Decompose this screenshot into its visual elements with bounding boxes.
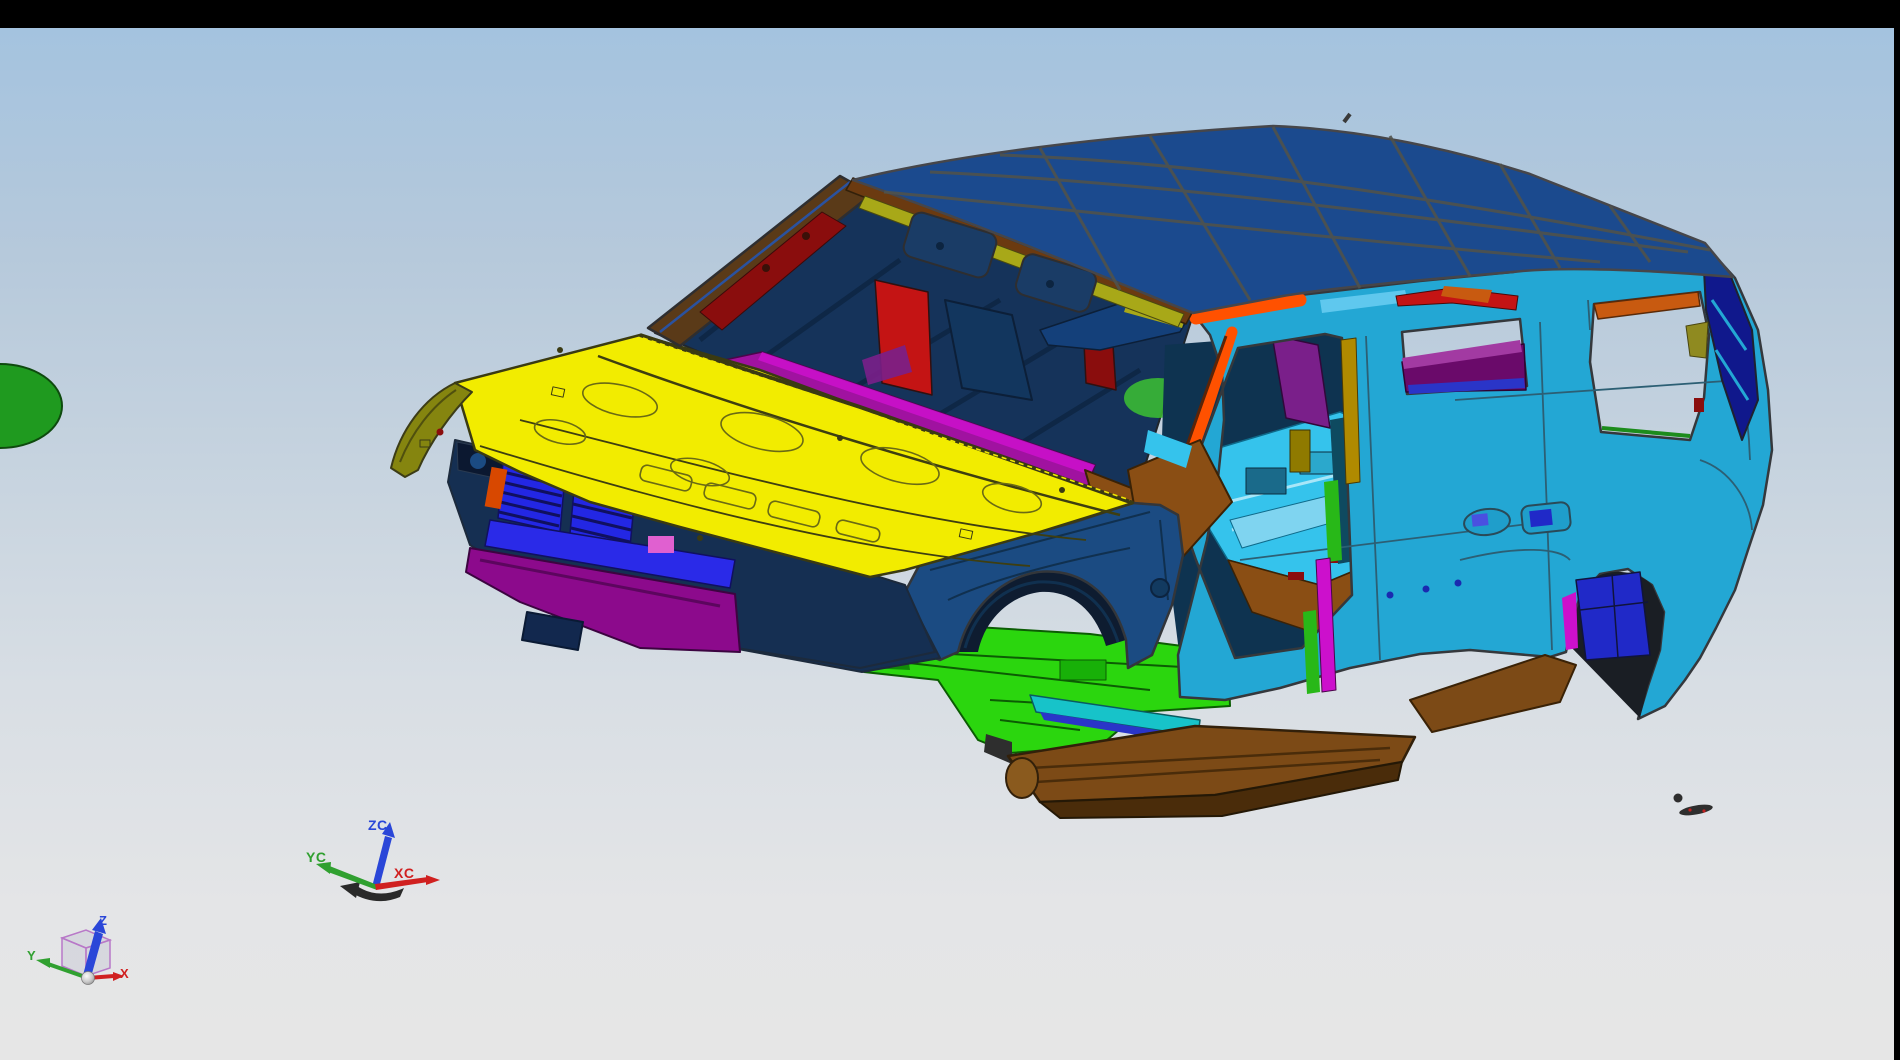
quarter-window[interactable]: [1594, 292, 1708, 436]
wcs-triad[interactable]: ZC YC XC: [306, 817, 440, 901]
wcs-z-axis[interactable]: [372, 836, 392, 888]
window-top-black-bar: [0, 0, 1900, 28]
datum-csys-triad[interactable]: Z Y X: [27, 913, 129, 985]
cad-application-window: ZC YC XC Z Y X: [0, 0, 1900, 1060]
datum-z-label: Z: [99, 913, 107, 928]
datum-y-label: Y: [27, 948, 36, 963]
wcs-z-label: ZC: [368, 817, 388, 833]
window-right-black-bar: [1894, 0, 1900, 1060]
model-scene: ZC YC XC Z Y X: [0, 0, 1900, 1060]
rear-door-window[interactable]: [1402, 340, 1526, 394]
antenna-stub: [1344, 114, 1350, 122]
loose-debris-parts[interactable]: [1674, 794, 1714, 818]
wcs-y-label: YC: [306, 849, 326, 865]
wcs-x-label: XC: [394, 865, 414, 881]
hvac-dome-green[interactable]: [0, 364, 62, 448]
datum-origin-sphere[interactable]: [82, 972, 95, 985]
datum-x-label: X: [120, 966, 129, 981]
car-body-model[interactable]: [0, 114, 1772, 818]
